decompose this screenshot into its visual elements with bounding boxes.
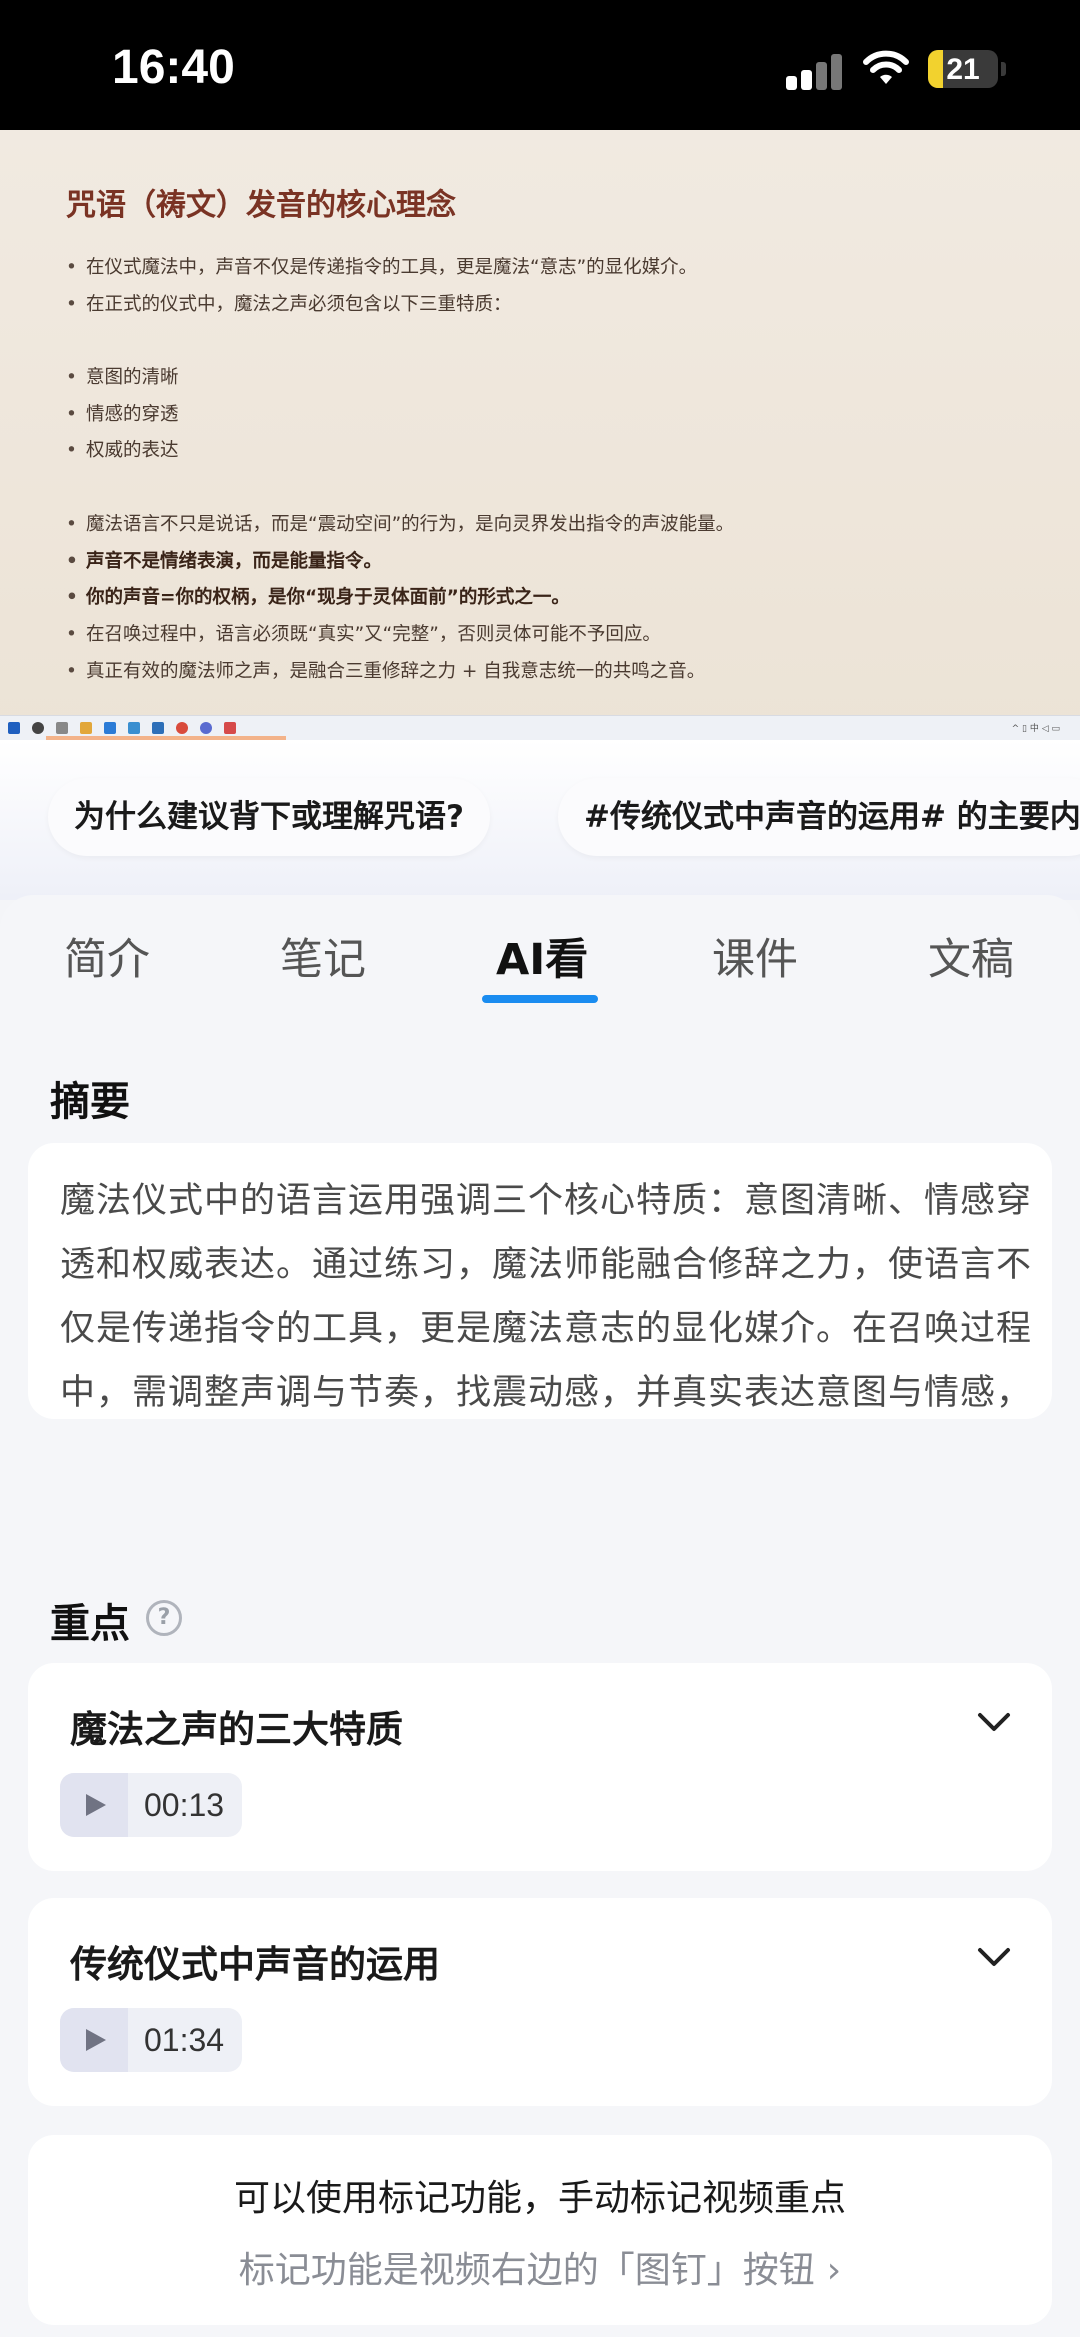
help-icon[interactable]: ? xyxy=(146,1600,182,1636)
tab-notes[interactable]: 笔记 xyxy=(280,925,366,987)
taskbar-app-icon xyxy=(56,722,68,734)
windows-start-icon xyxy=(8,722,20,734)
slide-bullet: • 在正式的仪式中，魔法之声必须包含以下三重特质： xyxy=(66,287,734,324)
bullet-dot: • xyxy=(66,403,77,425)
battery-level: 21 xyxy=(946,53,980,86)
tab-transcript[interactable]: 文稿 xyxy=(928,925,1014,987)
marker-tip-card[interactable]: 可以使用标记功能，手动标记视频重点 标记功能是视频右边的「图钉」按钮 › xyxy=(28,2135,1052,2325)
slide-bullet-text: 情感的穿透 xyxy=(86,403,179,425)
suggested-questions: 为什么建议背下或理解咒语? #传统仪式中声音的运用# 的主要内 xyxy=(0,740,1080,900)
timestamp-button[interactable]: 00:13 xyxy=(60,1773,242,1837)
active-tab-indicator xyxy=(482,995,598,1003)
bullet-dot: • xyxy=(66,440,77,462)
question-chip[interactable]: 为什么建议背下或理解咒语? xyxy=(48,778,490,856)
battery-tip xyxy=(1001,62,1006,76)
wifi-icon xyxy=(863,50,909,84)
system-tray: ^ ▯ 中 ◁ ▭ xyxy=(1011,724,1060,734)
slide-bullet-text: 你的声音=你的权柄，是你“现身于灵体面前”的形式之一。 xyxy=(86,587,570,609)
taskbar-app-icon xyxy=(200,722,212,734)
summary-heading: 摘要 xyxy=(50,1079,130,1125)
slide-bullet-text: 在正式的仪式中，魔法之声必须包含以下三重特质： xyxy=(86,293,512,315)
bullet-dot: • xyxy=(66,587,78,609)
taskbar-app-icon xyxy=(176,722,188,734)
battery-icon: 21 xyxy=(928,50,998,88)
slide-bullet-text: 在仪式魔法中，声音不仅是传递指令的工具，更是魔法“意志”的显化媒介。 xyxy=(86,257,698,278)
bullet-dot: • xyxy=(66,623,77,645)
chevron-right-icon: › xyxy=(826,2250,842,2291)
play-icon xyxy=(60,1773,128,1837)
bullet-dot: • xyxy=(66,257,77,278)
chevron-down-icon[interactable] xyxy=(974,1707,1014,1737)
summary-text: 魔法仪式中的语言运用强调三个核心特质：意图清晰、情感穿透和权威表达。通过练习，魔… xyxy=(60,1169,1050,1419)
key-point-card[interactable]: 传统仪式中声音的运用 01:34 xyxy=(28,1898,1052,2106)
bullet-dot: • xyxy=(66,513,77,535)
taskbar-app-icon xyxy=(152,722,164,734)
tab-bar: 简介 笔记 AI看 课件 文稿 xyxy=(0,895,1080,1025)
slide-bullet-text: 意图的清晰 xyxy=(86,367,179,389)
video-taskbar: ^ ▯ 中 ◁ ▭ xyxy=(0,715,1080,740)
slide-bullet: • 意图的清晰 xyxy=(66,360,734,397)
taskbar-app-icon xyxy=(104,722,116,734)
slide-bullet: • 在召唤过程中，语言必须既“真实”又“完整”，否则灵体可能不予回应。 xyxy=(66,617,734,654)
slide-bullet: • 你的声音=你的权柄，是你“现身于灵体面前”的形式之一。 xyxy=(66,580,734,617)
slide-title: 咒语（祷文）发音的核心理念 xyxy=(66,188,456,223)
tip-sub-label: 标记功能是视频右边的「图钉」按钮 xyxy=(238,2250,815,2291)
tab-ai-view[interactable]: AI看 xyxy=(496,925,588,987)
cellular-signal-icon xyxy=(786,52,844,90)
slide-bullet xyxy=(66,323,734,360)
content-panel: 简介 笔记 AI看 课件 文稿 摘要 魔法仪式中的语言运用强调三个核心特质：意图… xyxy=(0,895,1080,2337)
slide-bullet: • 在仪式魔法中，声音不仅是传递指令的工具，更是魔法“意志”的显化媒介。 xyxy=(66,250,734,287)
slide-bullet-list: • 在仪式魔法中，声音不仅是传递指令的工具，更是魔法“意志”的显化媒介。 • 在正式的… xyxy=(66,250,734,690)
status-bar: 16:40 21 xyxy=(0,0,1080,130)
bullet-dot: • xyxy=(66,367,77,389)
taskbar-app-icon xyxy=(128,722,140,734)
slide-bullet xyxy=(66,470,734,507)
slide-bullet-text: 权威的表达 xyxy=(86,440,179,462)
key-points-heading: 重点 xyxy=(50,1601,130,1647)
summary-body: 魔法仪式中的语言运用强调三个核心特质：意图清晰、情感穿透和权威表达。通过练习，魔… xyxy=(60,1181,1033,1413)
video-player[interactable]: 咒语（祷文）发音的核心理念 • 在仪式魔法中，声音不仅是传递指令的工具，更是魔法“… xyxy=(0,130,1080,740)
bullet-dot: • xyxy=(66,660,77,682)
chevron-down-icon[interactable] xyxy=(974,1942,1014,1972)
timestamp-button[interactable]: 01:34 xyxy=(60,2008,242,2072)
play-icon xyxy=(60,2008,128,2072)
slide-bullet-text: 声音不是情绪表演，而是能量指令。 xyxy=(86,550,383,572)
taskbar-app-icon xyxy=(80,722,92,734)
tab-courseware[interactable]: 课件 xyxy=(712,925,798,987)
slide-bullet: • 权威的表达 xyxy=(66,433,734,470)
summary-card: 魔法仪式中的语言运用强调三个核心特质：意图清晰、情感穿透和权威表达。通过练习，魔… xyxy=(28,1143,1052,1419)
slide-bullet-text: 真正有效的魔法师之声，是融合三重修辞之力 + 自我意志统一的共鸣之音。 xyxy=(86,660,706,682)
timestamp-text: 01:34 xyxy=(144,2022,225,2058)
tab-intro[interactable]: 简介 xyxy=(64,925,150,987)
slide-bullet: • 声音不是情绪表演，而是能量指令。 xyxy=(66,544,734,581)
tip-sub-text[interactable]: 标记功能是视频右边的「图钉」按钮 › xyxy=(28,2241,1052,2293)
key-point-card[interactable]: 魔法之声的三大特质 00:13 xyxy=(28,1663,1052,1871)
key-point-title: 传统仪式中声音的运用 xyxy=(70,1943,440,1986)
slide-bullet-text: 魔法语言不只是说话，而是“震动空间”的行为，是向灵界发出指令的声波能量。 xyxy=(86,513,735,535)
status-time: 16:40 xyxy=(112,41,235,94)
slide-bullet: • 魔法语言不只是说话，而是“震动空间”的行为，是向灵界发出指令的声波能量。 xyxy=(66,507,734,544)
slide-bullet: • 真正有效的魔法师之声，是融合三重修辞之力 + 自我意志统一的共鸣之音。 xyxy=(66,654,734,691)
tip-main-text: 可以使用标记功能，手动标记视频重点 xyxy=(233,2178,846,2219)
bullet-dot: • xyxy=(66,550,78,572)
taskbar-app-icon xyxy=(224,722,236,734)
key-point-title: 魔法之声的三大特质 xyxy=(70,1708,403,1751)
search-icon xyxy=(32,722,44,734)
slide-bullet: • 情感的穿透 xyxy=(66,397,734,434)
question-chip[interactable]: #传统仪式中声音的运用# 的主要内 xyxy=(558,778,1080,856)
timestamp-text: 00:13 xyxy=(144,1787,225,1823)
slide-bullet-text: 在召唤过程中，语言必须既“真实”又“完整”，否则灵体可能不予回应。 xyxy=(86,623,661,645)
bullet-dot: • xyxy=(66,293,77,315)
